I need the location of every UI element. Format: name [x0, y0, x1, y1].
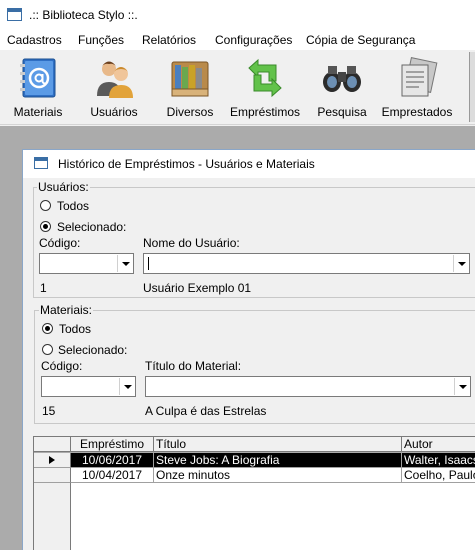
- toolbar-button-usuarios[interactable]: Usuários: [84, 50, 144, 125]
- cell-autor[interactable]: Coelho, Paulo: [402, 468, 475, 483]
- materiais-radio-todos-label[interactable]: Todos: [59, 322, 91, 336]
- toolbar-button-pesquisa[interactable]: Pesquisa: [312, 50, 372, 125]
- usuarios-group-label: Usuários:: [37, 180, 90, 194]
- cell-titulo[interactable]: Steve Jobs: A Biografia: [154, 453, 402, 468]
- usuarios-groupbox: [33, 187, 475, 298]
- books-icon: [171, 61, 209, 97]
- usuarios-radio-todos[interactable]: [40, 200, 51, 211]
- usuarios-codigo-label: Código:: [39, 236, 81, 250]
- cell-autor[interactable]: Walter, Isaacson: [402, 453, 475, 468]
- row-header[interactable]: [34, 468, 71, 483]
- usuarios-radio-selecionado[interactable]: [40, 221, 51, 232]
- grid-header-titulo[interactable]: Título: [154, 437, 402, 452]
- binoculars-icon: [323, 66, 361, 92]
- cell-emprestimo[interactable]: 10/04/2017: [71, 468, 154, 483]
- grid-corner-header: [34, 437, 71, 452]
- materiais-codigo-display: 15: [42, 404, 56, 418]
- grid-empty-area[interactable]: [34, 483, 475, 550]
- usuarios-nome-display: Usuário Exemplo 01: [143, 281, 252, 295]
- users-icon: [97, 61, 133, 98]
- menu-copia-seguranca[interactable]: Cópia de Segurança: [306, 33, 415, 47]
- materiais-radio-selecionado-label[interactable]: Selecionado:: [58, 343, 127, 357]
- toolbar: Materiais Usuários Diversos Empréstimos: [0, 50, 475, 125]
- text-caret: [148, 257, 149, 270]
- menu-configuracoes[interactable]: Configurações: [215, 33, 292, 47]
- toolbar-label-usuarios: Usuários: [90, 105, 138, 119]
- menu-funcoes[interactable]: Funções: [78, 33, 124, 47]
- usuarios-nome-combo[interactable]: [143, 253, 470, 274]
- grid-header: Empréstimo Título Autor: [34, 437, 475, 452]
- app-title: .:: Biblioteca Stylo ::.: [29, 8, 138, 22]
- table-row[interactable]: 10/06/2017 Steve Jobs: A Biografia Walte…: [34, 453, 475, 468]
- historico-titlebar[interactable]: Histórico de Empréstimos - Usuários e Ma…: [23, 150, 475, 178]
- chevron-down-icon[interactable]: [117, 255, 132, 272]
- grid-header-emprestimo[interactable]: Empréstimo: [71, 437, 154, 452]
- address-book-icon: [20, 58, 56, 98]
- materiais-radio-selecionado[interactable]: [42, 344, 53, 355]
- app-window-icon: [7, 8, 22, 21]
- documents-icon: [401, 57, 438, 97]
- materiais-titulo-display: A Culpa é das Estrelas: [145, 404, 267, 418]
- toolbar-button-diversos[interactable]: Diversos: [160, 50, 220, 125]
- historico-title: Histórico de Empréstimos - Usuários e Ma…: [58, 157, 315, 171]
- cell-titulo[interactable]: Onze minutos: [154, 468, 402, 483]
- app-titlebar[interactable]: .:: Biblioteca Stylo ::.: [0, 0, 475, 30]
- toolbar-label-materiais: Materiais: [13, 105, 63, 119]
- chevron-down-icon[interactable]: [119, 378, 134, 395]
- toolbar-overflow-button[interactable]: [469, 52, 475, 122]
- materiais-titulo-combo[interactable]: [145, 376, 471, 397]
- cell-emprestimo[interactable]: 10/06/2017: [71, 453, 154, 468]
- historico-grid[interactable]: Empréstimo Título Autor 10/06/2017 Steve…: [33, 436, 475, 550]
- row-header-empty: [34, 483, 71, 550]
- current-row-pointer-icon: [49, 456, 55, 464]
- table-row[interactable]: 10/04/2017 Onze minutos Coelho, Paulo: [34, 468, 475, 483]
- toolbar-button-materiais[interactable]: Materiais: [8, 50, 68, 125]
- chevron-down-icon[interactable]: [454, 378, 469, 395]
- toolbar-label-emprestimos: Empréstimos: [229, 105, 300, 119]
- materiais-codigo-combo[interactable]: [41, 376, 136, 397]
- menu-cadastros[interactable]: Cadastros: [7, 33, 62, 47]
- toolbar-button-empretados[interactable]: Emprestados: [380, 50, 454, 125]
- materiais-group-label: Materiais:: [39, 303, 94, 317]
- usuarios-codigo-display: 1: [40, 281, 47, 295]
- row-header[interactable]: [34, 453, 71, 468]
- materiais-radio-todos[interactable]: [42, 323, 53, 334]
- toolbar-label-diversos: Diversos: [166, 105, 214, 119]
- materiais-codigo-label: Código:: [41, 359, 83, 373]
- toolbar-button-emprestimos[interactable]: Empréstimos: [228, 50, 302, 125]
- usuarios-nome-label: Nome do Usuário:: [143, 236, 240, 250]
- menu-relatorios[interactable]: Relatórios: [142, 33, 196, 47]
- toolbar-label-empretados: Emprestados: [381, 105, 453, 119]
- materiais-titulo-label: Título do Material:: [145, 359, 242, 373]
- form-window-icon: [34, 157, 48, 169]
- usuarios-radio-selecionado-label[interactable]: Selecionado:: [57, 220, 126, 234]
- chevron-down-icon[interactable]: [453, 255, 468, 272]
- grid-header-autor[interactable]: Autor: [402, 437, 475, 452]
- toolbar-label-pesquisa: Pesquisa: [317, 105, 367, 119]
- exchange-arrows-icon: [248, 58, 282, 98]
- usuarios-radio-todos-label[interactable]: Todos: [57, 199, 89, 213]
- usuarios-codigo-combo[interactable]: [39, 253, 134, 274]
- menu-bar: Cadastros Funções Relatórios Configuraçõ…: [0, 30, 475, 50]
